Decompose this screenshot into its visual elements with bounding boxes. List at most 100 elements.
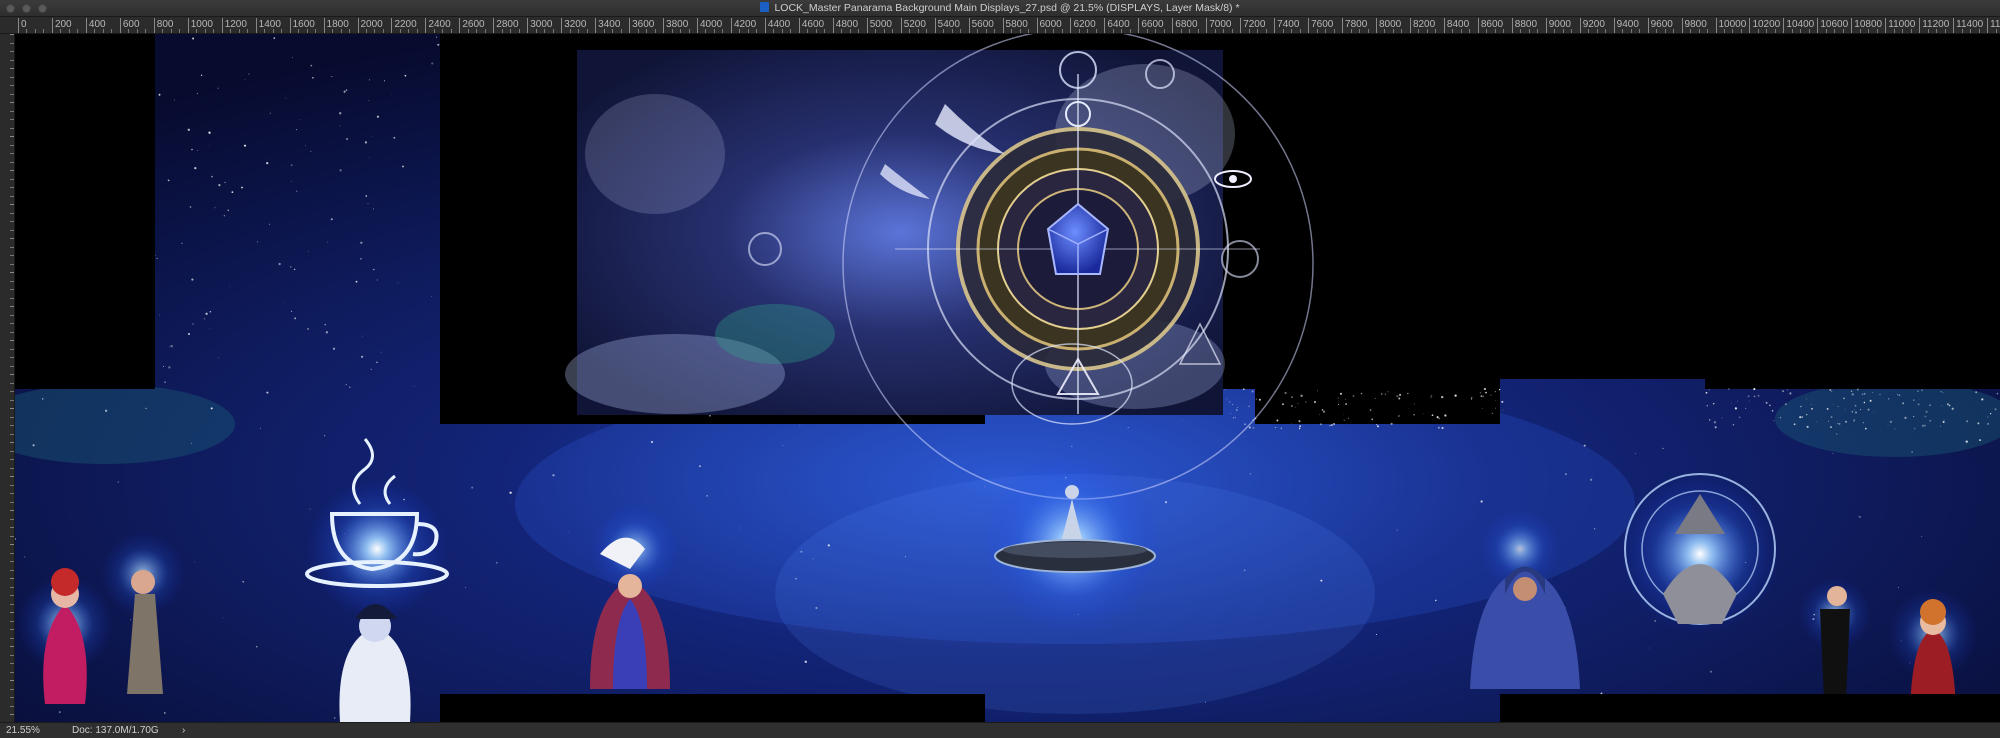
star xyxy=(1390,422,1393,425)
star xyxy=(196,92,198,94)
ruler-minor-tick xyxy=(722,29,724,33)
star xyxy=(1294,406,1296,408)
star xyxy=(222,617,224,619)
star xyxy=(1369,409,1372,411)
ruler-minor-tick xyxy=(1961,29,1963,33)
star xyxy=(273,37,276,39)
star xyxy=(1713,421,1717,424)
ruler-major-tick xyxy=(1613,18,1615,33)
star xyxy=(290,310,293,312)
star xyxy=(739,527,741,529)
ruler-minor-tick xyxy=(1723,29,1725,33)
ruler-minor-tick xyxy=(1656,29,1658,33)
star xyxy=(268,223,270,225)
star xyxy=(1925,410,1928,413)
star xyxy=(1441,395,1444,399)
ruler-minor-tick xyxy=(382,29,384,33)
star xyxy=(1593,528,1596,530)
star xyxy=(1343,419,1345,421)
status-bar: 21.55% Doc: 137.0M/1.70G › xyxy=(0,722,2000,738)
star xyxy=(393,136,396,139)
star xyxy=(1749,400,1750,402)
ruler-major-tick xyxy=(1240,18,1242,33)
star xyxy=(1485,391,1487,394)
ruler-minor-tick xyxy=(909,29,911,33)
star xyxy=(1352,394,1355,397)
ruler-minor-tick xyxy=(1359,29,1361,33)
star xyxy=(1438,417,1441,420)
ruler-minor-tick xyxy=(1503,29,1505,33)
star xyxy=(300,119,301,120)
ruler-minor-tick xyxy=(1562,29,1564,33)
star xyxy=(380,351,382,353)
ruler-label: 1000 xyxy=(190,19,213,30)
ruler-minor-tick xyxy=(1392,29,1394,33)
ruler-minor-tick xyxy=(603,29,605,33)
star xyxy=(343,90,346,93)
document-canvas[interactable] xyxy=(15,34,2000,722)
ruler-major-tick xyxy=(1308,18,1310,33)
ruler-major-tick xyxy=(1579,18,1581,33)
star xyxy=(1398,393,1402,397)
star xyxy=(1929,419,1932,422)
star xyxy=(1888,398,1890,400)
star xyxy=(1728,388,1730,390)
star xyxy=(1320,579,1323,582)
star xyxy=(1706,404,1709,407)
star xyxy=(495,561,498,564)
star xyxy=(158,314,160,316)
ruler-minor-tick xyxy=(1732,29,1734,33)
ruler-minor-tick xyxy=(1673,29,1675,33)
star xyxy=(1921,535,1923,537)
star xyxy=(1275,426,1277,429)
ruler-minor-tick xyxy=(484,29,486,33)
status-menu-arrow[interactable]: › xyxy=(182,725,185,736)
ruler-label: 4600 xyxy=(801,19,825,30)
star xyxy=(1232,404,1234,406)
ruler-minor-tick xyxy=(671,29,673,33)
zoom-level[interactable]: 21.55% xyxy=(6,725,40,736)
ruler-minor-tick xyxy=(824,29,826,33)
ruler-major-tick xyxy=(1749,18,1751,33)
star xyxy=(1230,412,1232,414)
horizontal-ruler[interactable]: 0 200 400 600 800 1000 1200 1400 1600 1800 2000 220… xyxy=(0,17,2000,34)
ruler-minor-tick xyxy=(1333,29,1335,33)
star xyxy=(1753,388,1756,391)
star xyxy=(1235,409,1238,411)
ruler-label: 8400 xyxy=(1446,19,1470,30)
ruler-minor-tick xyxy=(654,29,656,33)
star xyxy=(1785,403,1787,405)
ruler-major-tick xyxy=(1987,18,1989,33)
star xyxy=(360,258,362,260)
ruler-minor-tick xyxy=(1791,29,1793,33)
ruler-minor-tick xyxy=(544,29,546,33)
ruler-minor-tick xyxy=(1630,29,1632,33)
star xyxy=(1255,398,1258,400)
ruler-label: 7800 xyxy=(1345,19,1368,30)
ruler-major-tick xyxy=(832,18,834,33)
star xyxy=(360,241,363,244)
ruler-minor-tick xyxy=(1528,29,1530,33)
ruler-minor-tick xyxy=(1367,29,1369,33)
ruler-minor-tick xyxy=(1588,29,1590,33)
star xyxy=(1313,400,1317,404)
star xyxy=(1902,402,1905,405)
ruler-minor-tick xyxy=(1800,29,1802,33)
star xyxy=(1773,420,1775,422)
star xyxy=(1862,422,1864,424)
star xyxy=(191,278,194,281)
star xyxy=(1396,529,1398,531)
ruler-minor-tick xyxy=(1112,29,1114,33)
ruler-minor-tick xyxy=(247,29,249,33)
star xyxy=(1738,416,1741,419)
ruler-label: 2200 xyxy=(394,19,417,30)
star xyxy=(59,711,61,713)
ruler-minor-tick xyxy=(1970,29,1972,33)
ruler-label: 5400 xyxy=(937,19,960,30)
vertical-ruler[interactable] xyxy=(0,34,15,722)
star xyxy=(552,474,555,477)
star xyxy=(1501,400,1504,403)
ruler-minor-tick xyxy=(917,29,919,33)
ruler-label: 4000 xyxy=(700,19,723,30)
ruler-label: 7200 xyxy=(1243,19,1266,30)
